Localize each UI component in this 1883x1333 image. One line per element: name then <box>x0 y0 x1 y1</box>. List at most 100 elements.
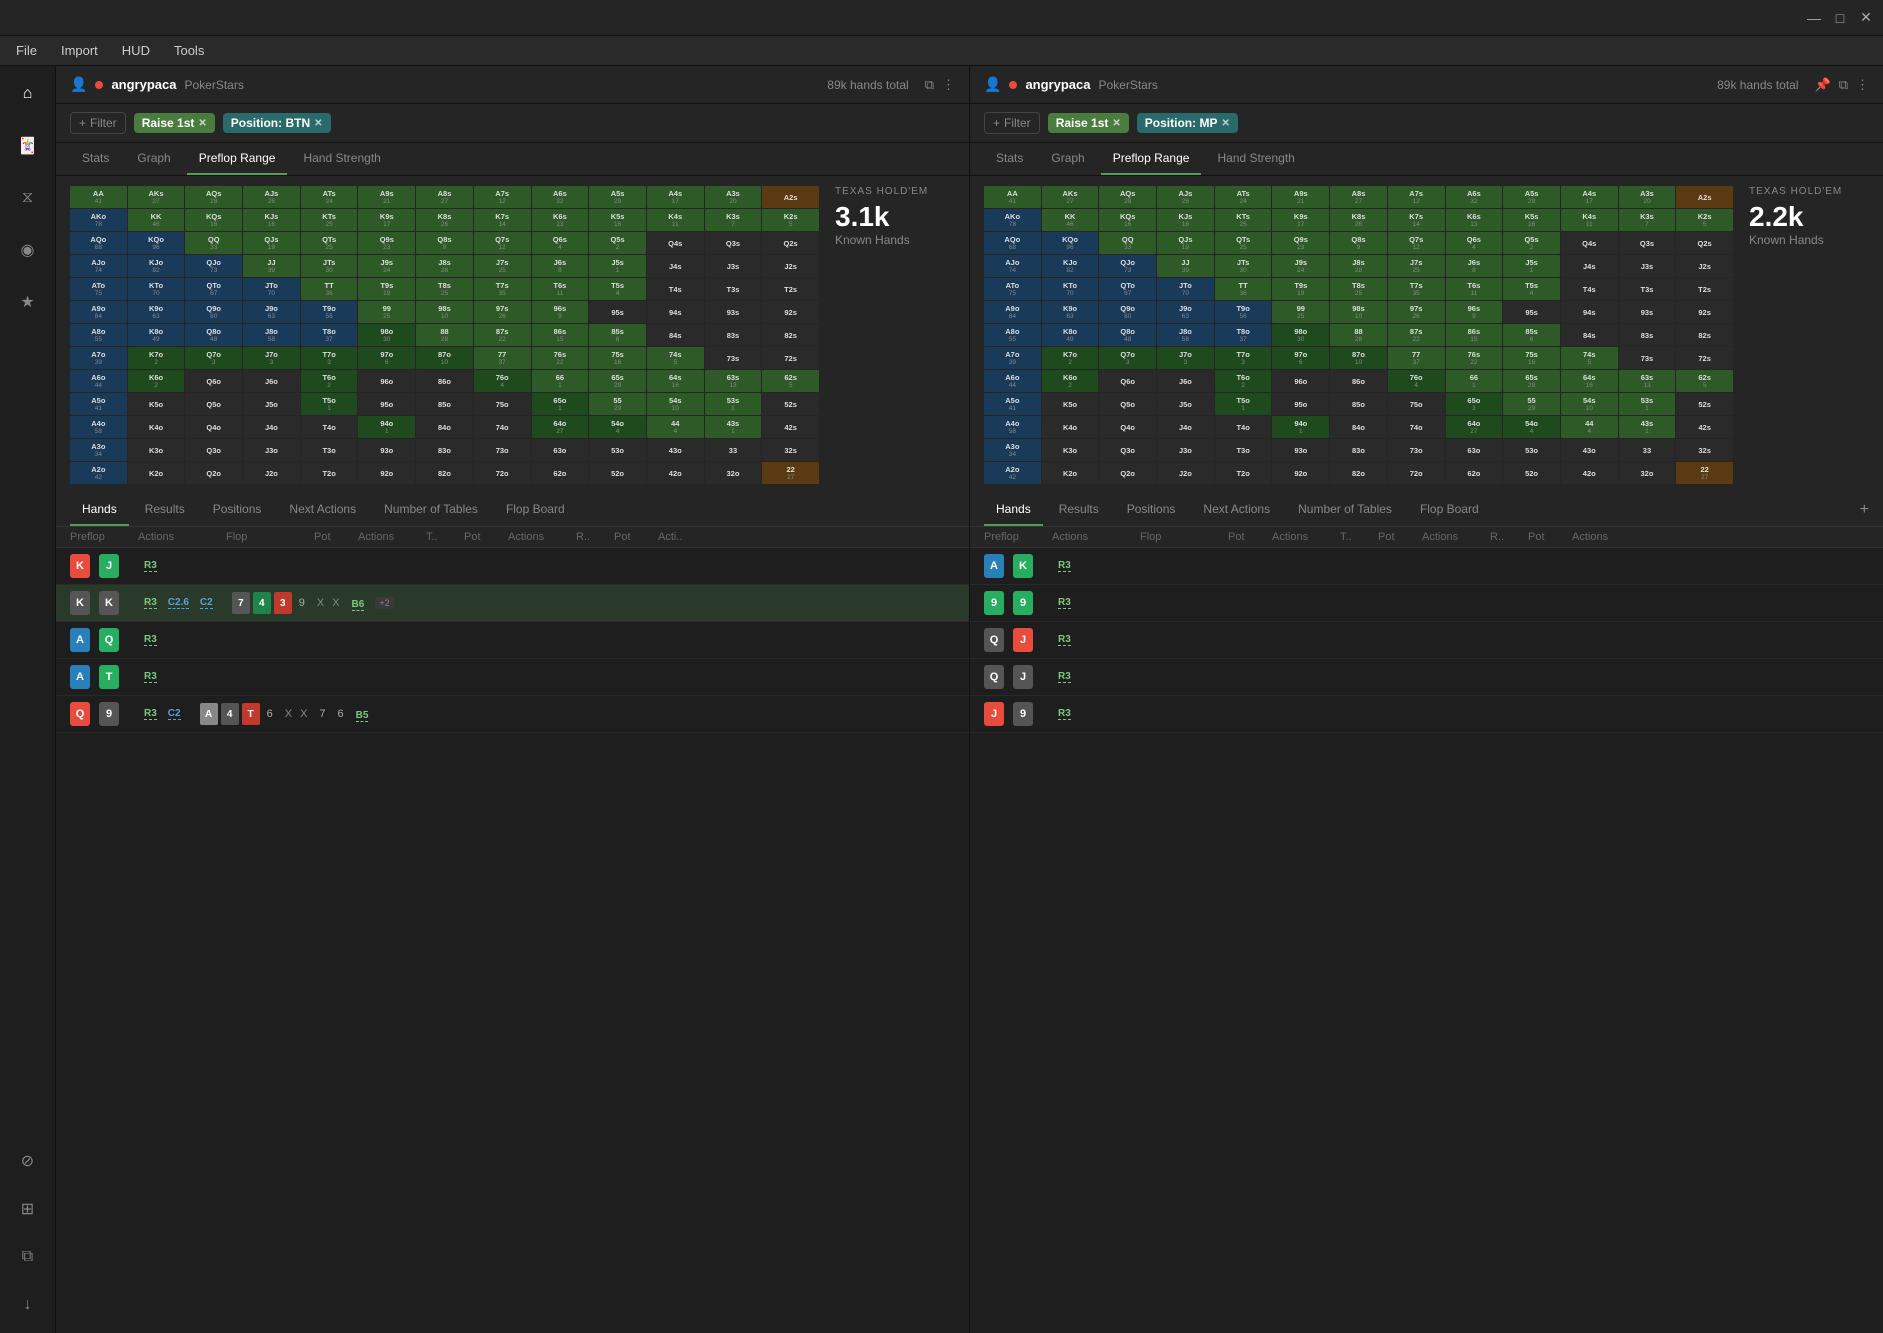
cell-T9s[interactable]: T9s19 <box>1272 278 1329 300</box>
cell-62s[interactable]: 62s5 <box>762 370 819 392</box>
cell-AA[interactable]: AA41 <box>70 186 127 208</box>
cell-55[interactable]: 5529 <box>589 393 646 415</box>
cell-93s[interactable]: 93s <box>1619 301 1676 323</box>
cell-T9s[interactable]: T9s19 <box>358 278 415 300</box>
cell-A5o[interactable]: A5o41 <box>70 393 127 415</box>
cell-J4s[interactable]: J4s <box>647 255 704 277</box>
filter-raise-first-left[interactable]: Raise 1st ✕ <box>134 113 215 133</box>
cell-95o[interactable]: 95o <box>1272 393 1329 415</box>
cell-JTs[interactable]: JTs30 <box>1215 255 1272 277</box>
cell-Q5s[interactable]: Q5s2 <box>1503 232 1560 254</box>
cell-J2o[interactable]: J2o <box>1157 462 1214 484</box>
hand-row-right-2[interactable]: 9 9 R3 <box>970 585 1883 622</box>
cell-Q8s[interactable]: Q8s9 <box>416 232 473 254</box>
cell-86s[interactable]: 86s15 <box>1446 324 1503 346</box>
cell-Q2o[interactable]: Q2o <box>1099 462 1156 484</box>
cell-Q8o[interactable]: Q8o48 <box>1099 324 1156 346</box>
cell-Q7o[interactable]: Q7o3 <box>1099 347 1156 369</box>
cell-J7s[interactable]: J7s25 <box>1388 255 1445 277</box>
cell-J3o[interactable]: J3o <box>243 439 300 461</box>
cell-K8s[interactable]: K8s26 <box>416 209 473 231</box>
pin-icon-right[interactable]: 📌 <box>1815 77 1831 93</box>
cell-AKo[interactable]: AKo78 <box>70 209 127 231</box>
cell-98o[interactable]: 98o30 <box>358 324 415 346</box>
cell-T5o[interactable]: T5o1 <box>1215 393 1272 415</box>
cell-83s[interactable]: 83s <box>1619 324 1676 346</box>
cell-42o[interactable]: 42o <box>647 462 704 484</box>
bottom-tab-hands-right[interactable]: Hands <box>984 494 1043 526</box>
cell-A8o[interactable]: A8o55 <box>984 324 1041 346</box>
cell-63s[interactable]: 63s13 <box>1619 370 1676 392</box>
cell-T4s[interactable]: T4s <box>1561 278 1618 300</box>
cell-KTs[interactable]: KTs25 <box>301 209 358 231</box>
cell-QJs[interactable]: QJs19 <box>243 232 300 254</box>
cell-QTs[interactable]: QTs25 <box>1215 232 1272 254</box>
cell-43s[interactable]: 43s1 <box>1619 416 1676 438</box>
cell-64o[interactable]: 64o27 <box>532 416 589 438</box>
cell-94o[interactable]: 94o1 <box>358 416 415 438</box>
cell-KK[interactable]: KK46 <box>1042 209 1099 231</box>
cell-22[interactable]: 2227 <box>762 462 819 484</box>
cell-A2o[interactable]: A2o42 <box>984 462 1041 484</box>
cell-A4o[interactable]: A4o58 <box>984 416 1041 438</box>
cell-T2o[interactable]: T2o <box>301 462 358 484</box>
cell-J8s[interactable]: J8s28 <box>1330 255 1387 277</box>
cell-Q4o[interactable]: Q4o <box>1099 416 1156 438</box>
cell-K5s[interactable]: K5s16 <box>589 209 646 231</box>
more-icon-left[interactable]: ⋮ <box>942 77 955 93</box>
cell-ATo[interactable]: ATo75 <box>984 278 1041 300</box>
cell-J7o[interactable]: J7o3 <box>1157 347 1214 369</box>
cell-A4s[interactable]: A4s17 <box>647 186 704 208</box>
cell-T7o[interactable]: T7o3 <box>301 347 358 369</box>
cell-AKs[interactable]: AKs27 <box>1042 186 1099 208</box>
menu-file[interactable]: File <box>16 43 37 58</box>
cell-K2o[interactable]: K2o <box>128 462 185 484</box>
cell-87s[interactable]: 87s22 <box>474 324 531 346</box>
cell-K6o[interactable]: K6o2 <box>128 370 185 392</box>
cell-T8s[interactable]: T8s25 <box>1330 278 1387 300</box>
cell-53s[interactable]: 53s1 <box>1619 393 1676 415</box>
cell-T2o[interactable]: T2o <box>1215 462 1272 484</box>
cell-Q5o[interactable]: Q5o <box>1099 393 1156 415</box>
cell-Q9s[interactable]: Q9s23 <box>1272 232 1329 254</box>
cell-95s[interactable]: 95s <box>1503 301 1560 323</box>
cell-AJo[interactable]: AJo74 <box>984 255 1041 277</box>
cell-KTo[interactable]: KTo70 <box>128 278 185 300</box>
cell-Q5o[interactable]: Q5o <box>185 393 242 415</box>
bottom-tab-nextactions-right[interactable]: Next Actions <box>1191 494 1282 526</box>
cell-63s[interactable]: 63s13 <box>705 370 762 392</box>
cell-T9o[interactable]: T9o56 <box>1215 301 1272 323</box>
add-filter-btn-right[interactable]: + Filter <box>984 112 1040 134</box>
cell-T8o[interactable]: T8o37 <box>1215 324 1272 346</box>
cell-ATs[interactable]: ATs24 <box>301 186 358 208</box>
cell-84s[interactable]: 84s <box>1561 324 1618 346</box>
cell-J9o[interactable]: J9o63 <box>1157 301 1214 323</box>
cell-Q8o[interactable]: Q8o48 <box>185 324 242 346</box>
cell-K7o[interactable]: K7o2 <box>1042 347 1099 369</box>
hand-row-right-4[interactable]: Q J R3 <box>970 659 1883 696</box>
cell-T7o[interactable]: T7o3 <box>1215 347 1272 369</box>
cell-A9s[interactable]: A9s21 <box>358 186 415 208</box>
cell-44[interactable]: 444 <box>647 416 704 438</box>
cell-53s[interactable]: 53s1 <box>705 393 762 415</box>
cell-52o[interactable]: 52o <box>589 462 646 484</box>
menu-hud[interactable]: HUD <box>122 43 150 58</box>
cell-K6o[interactable]: K6o2 <box>1042 370 1099 392</box>
cell-QJo[interactable]: QJo73 <box>185 255 242 277</box>
cell-A9o[interactable]: A9o84 <box>984 301 1041 323</box>
hand-row-right-5[interactable]: J 9 R3 <box>970 696 1883 733</box>
cell-74s[interactable]: 74s5 <box>647 347 704 369</box>
cell-TT[interactable]: TT36 <box>301 278 358 300</box>
sidebar-icon-table[interactable]: ⊞ <box>12 1193 44 1225</box>
cell-A7o[interactable]: A7o39 <box>984 347 1041 369</box>
cell-A8s[interactable]: A8s27 <box>416 186 473 208</box>
cell-K3o[interactable]: K3o <box>1042 439 1099 461</box>
cell-T7s[interactable]: T7s35 <box>474 278 531 300</box>
add-filter-btn-left[interactable]: + Filter <box>70 112 126 134</box>
cell-72o[interactable]: 72o <box>474 462 531 484</box>
cell-87s[interactable]: 87s22 <box>1388 324 1445 346</box>
tab-graph-left[interactable]: Graph <box>125 143 182 175</box>
cell-K2s[interactable]: K2s5 <box>1676 209 1733 231</box>
cell-J6s[interactable]: J6s8 <box>1446 255 1503 277</box>
cell-72o[interactable]: 72o <box>1388 462 1445 484</box>
